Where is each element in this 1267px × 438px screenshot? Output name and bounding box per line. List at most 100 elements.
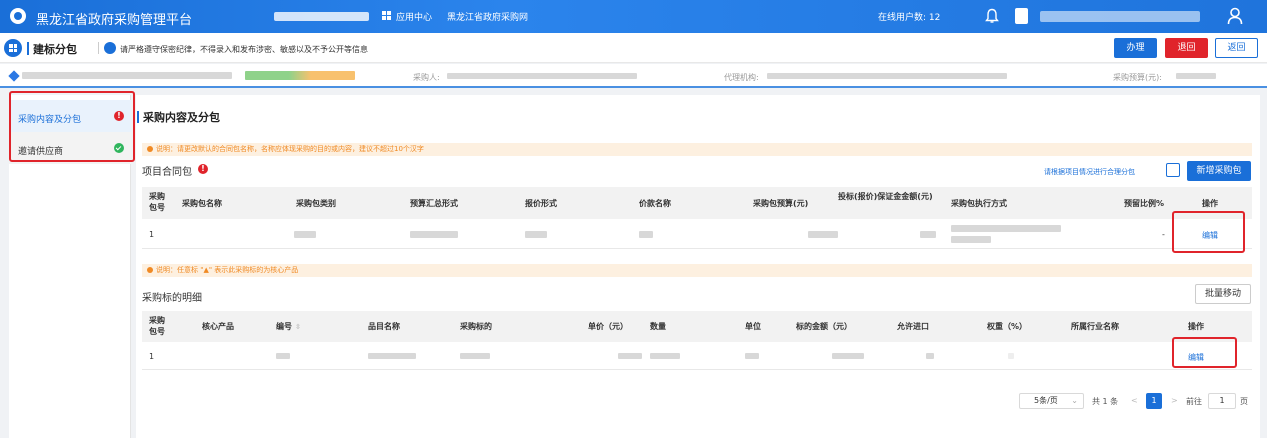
col-unit: 单位	[745, 322, 761, 331]
budget-label: 采购预算(元):	[1113, 73, 1162, 82]
redacted-cell	[920, 231, 936, 238]
menu-grid-icon[interactable]	[4, 39, 22, 57]
col-action: 操作	[1188, 322, 1204, 331]
thumbs-up-icon	[1166, 163, 1180, 177]
agency-label: 代理机构:	[724, 73, 759, 82]
page-toolbar: 建标分包 请严格遵守保密纪律，不得录入和发布涉密、敏感以及不予公开等信息 办理 …	[0, 33, 1267, 63]
prev-page-button[interactable]: <	[1131, 396, 1138, 412]
add-package-button[interactable]: 新增采购包	[1187, 161, 1251, 181]
redacted-cell	[368, 353, 416, 359]
redacted-cell	[525, 231, 547, 238]
redacted-agency	[767, 73, 1007, 79]
package-no: 1	[149, 230, 155, 239]
info-icon	[147, 267, 153, 273]
app-center-link[interactable]: 应用中心	[396, 10, 432, 23]
go-back-button[interactable]: 返回	[1215, 38, 1258, 58]
col-weight: 权重（%）	[987, 322, 1028, 331]
redacted-purchaser	[447, 73, 637, 79]
speaker-icon	[104, 42, 116, 54]
redacted-user-info	[1040, 11, 1200, 22]
table-row: 1 编辑	[142, 342, 1252, 370]
highlight-box	[1172, 211, 1245, 253]
col-package-name: 采购包名称	[182, 199, 222, 208]
redacted-header-text	[274, 12, 369, 21]
core-product-tip: 说明：任意标 "▲" 表示此采购标的为核心产品	[142, 264, 1252, 277]
col-quantity: 数量	[650, 322, 666, 331]
package-section-title: 项目合同包	[142, 167, 192, 178]
col-package-category: 采购包类别	[296, 199, 336, 208]
tip-text: 说明：任意标 "▲" 表示此采购标的为核心产品	[156, 266, 299, 274]
package-table: 采购包号 采购包名称 采购包类别 预算汇总形式 报价形式 价款名称 采购包预算(…	[142, 187, 1252, 249]
redacted-cell	[926, 353, 934, 359]
app-grid-icon[interactable]	[382, 11, 391, 20]
redacted-cell	[460, 353, 490, 359]
redacted-cell	[276, 353, 290, 359]
redacted-cell	[639, 231, 653, 238]
page-unit: 页	[1240, 397, 1248, 406]
col-package-budget: 采购包预算(元)	[753, 199, 809, 208]
return-back-button[interactable]: 退回	[1165, 38, 1208, 58]
document-icon[interactable]	[1015, 8, 1028, 24]
col-code-label: 编号	[276, 322, 292, 331]
col-unit-price: 单价（元）	[588, 322, 628, 331]
total-count: 共 1 条	[1092, 397, 1119, 406]
handle-button[interactable]: 办理	[1114, 38, 1157, 58]
col-execution-method: 采购包执行方式	[951, 199, 1007, 208]
sort-icon[interactable]: ⇳	[295, 322, 301, 333]
purchaser-label: 采购人:	[413, 73, 440, 82]
platform-logo-icon	[10, 8, 26, 24]
col-bid-deposit: 投标(报价)保证金金额(元)	[838, 192, 933, 201]
col-package-no: 采购包号	[149, 192, 165, 212]
project-info-bar: 采购人: 代理机构: 采购预算(元):	[0, 64, 1267, 88]
highlight-box	[9, 91, 135, 162]
page-size-select[interactable]: 5条/页 ⌄	[1019, 393, 1084, 409]
page-size-value: 5条/页	[1034, 396, 1058, 405]
top-header: 黑龙江省政府采购管理平台 应用中心 黑龙江省政府采购网 在线用户数: 12	[0, 0, 1267, 33]
info-icon	[147, 146, 153, 152]
redacted-cell	[951, 225, 1061, 232]
redacted-budget	[1176, 73, 1216, 79]
col-package-no: 采购包号	[149, 316, 165, 336]
redacted-cell	[618, 353, 642, 359]
bell-icon[interactable]	[985, 8, 999, 24]
redacted-cell	[951, 236, 991, 243]
col-allow-import: 允许进口	[897, 322, 929, 331]
col-industry: 所属行业名称	[1071, 322, 1119, 331]
redacted-cell	[294, 231, 316, 238]
next-page-button[interactable]: >	[1171, 396, 1178, 412]
goto-page-input[interactable]: 1	[1208, 393, 1236, 409]
col-core-product: 核心产品	[202, 322, 234, 331]
package-hint: 请根据项目情况进行合理分包	[1044, 168, 1135, 176]
col-code[interactable]: 编号 ⇳	[276, 321, 301, 333]
online-users-count: 在线用户数: 12	[878, 13, 941, 23]
section-title: 采购内容及分包	[137, 111, 220, 124]
col-price-name: 价款名称	[639, 199, 671, 208]
table-header: 采购包号 核心产品 编号 ⇳ 品目名称 采购标的 单价（元） 数量 单位 标的金额…	[142, 311, 1252, 342]
chevron-down-icon: ⌄	[1071, 396, 1078, 405]
divider	[98, 42, 99, 54]
table-row: 1 - 编辑	[142, 219, 1252, 249]
col-procurement-item: 采购标的	[460, 322, 492, 331]
batch-move-button[interactable]: 批量移动	[1195, 284, 1251, 304]
redacted-cell	[1008, 353, 1014, 359]
col-budget-summary: 预算汇总形式	[410, 199, 458, 208]
redacted-cell	[745, 353, 759, 359]
detail-table: 采购包号 核心产品 编号 ⇳ 品目名称 采购标的 单价（元） 数量 单位 标的金额…	[142, 311, 1252, 370]
page-1-button[interactable]: 1	[1146, 393, 1162, 409]
platform-title: 黑龙江省政府采购管理平台	[36, 13, 193, 28]
procurement-site-link[interactable]: 黑龙江省政府采购网	[447, 10, 528, 23]
user-icon[interactable]	[1227, 7, 1243, 25]
col-item-amount: 标的金额（元）	[796, 322, 852, 331]
col-action: 操作	[1202, 199, 1218, 208]
redacted-cell	[808, 231, 838, 238]
error-icon: !	[198, 164, 208, 174]
page-title: 建标分包	[27, 42, 77, 56]
reserve-ratio: -	[1162, 230, 1165, 239]
col-item-name: 品目名称	[368, 322, 400, 331]
redacted-project-name	[22, 72, 232, 79]
col-quote-form: 报价形式	[525, 199, 557, 208]
tip-text: 说明：请更改默认的合同包名称，名称应体现采购的目的或内容，建议不超过10个汉字	[156, 145, 424, 153]
package-no: 1	[149, 352, 155, 361]
detail-section-title: 采购标的明细	[142, 293, 202, 304]
goto-label: 前往	[1186, 397, 1202, 406]
